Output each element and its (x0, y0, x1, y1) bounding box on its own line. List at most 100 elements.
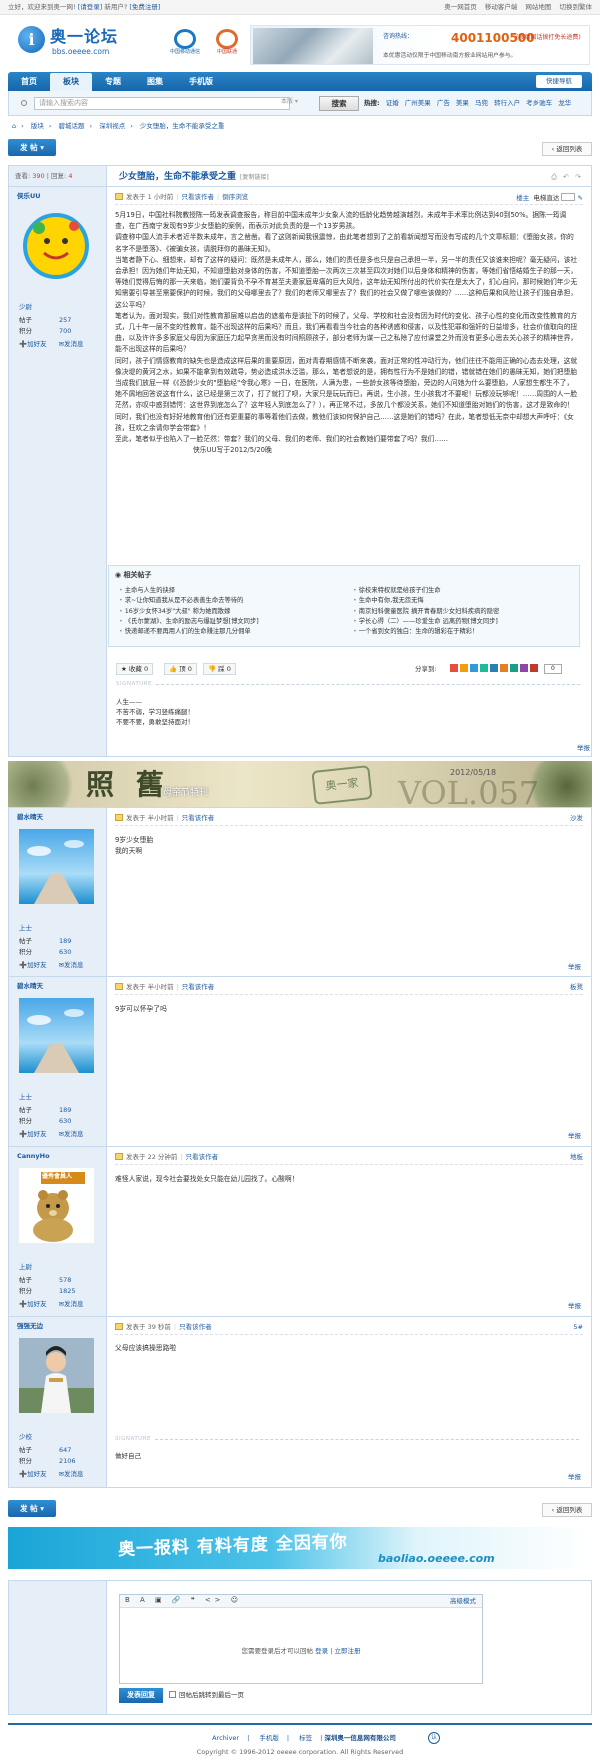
hot-item[interactable]: 证婚 (386, 99, 399, 107)
breadcrumb-item[interactable]: 版块 (31, 122, 44, 130)
share-icon[interactable] (510, 664, 518, 672)
nav-topics[interactable]: 专题 (92, 72, 134, 91)
search-scope-select[interactable]: 本版 ▾ (281, 98, 298, 106)
login-link[interactable]: 登录 (315, 1647, 328, 1655)
only-author-link[interactable]: 只看该作者 (182, 983, 215, 991)
nav-gallery[interactable]: 图集 (134, 72, 176, 91)
floor-number[interactable]: 地板 (570, 1153, 583, 1162)
search-input[interactable]: 请输入搜索内容 (34, 97, 290, 110)
report-link[interactable]: 举报 (568, 1132, 581, 1141)
nav-home[interactable]: 首页 (8, 72, 50, 91)
hot-item[interactable]: 美果 (456, 99, 469, 107)
add-friend-link[interactable]: ➕加好友 (19, 340, 53, 348)
share-icon[interactable] (460, 664, 468, 672)
add-friend-link[interactable]: ➕加好友 (19, 1470, 53, 1478)
logo-icon[interactable]: i (18, 26, 45, 53)
floor-number[interactable]: 5# (573, 1323, 583, 1332)
hot-item[interactable]: 广告 (437, 99, 450, 107)
send-message-link[interactable]: ✉发消息 (59, 961, 90, 969)
report-link[interactable]: 举报 (568, 963, 581, 972)
related-item[interactable]: 《氏尔蒙湖》、生命的励志与爆趾梦想[博文同步] (119, 617, 349, 627)
nav-boards[interactable]: 板块 (50, 73, 92, 91)
avatar[interactable] (19, 829, 94, 904)
related-item[interactable]: 快递邮递不要再用人们的生命赚注那几分佣单 (119, 627, 349, 637)
floor-jump-input[interactable] (561, 193, 576, 201)
related-item[interactable]: 学长心得（二）——珍爱生命 远离药物[博文同步] (353, 617, 583, 627)
send-message-link[interactable]: ✉发消息 (59, 1470, 90, 1478)
traditional-link[interactable]: 切换到繁体 (560, 3, 593, 11)
home-link[interactable]: 奥一网首页 (444, 3, 477, 11)
back-to-list-button[interactable]: ‹ 返回列表 (542, 142, 592, 156)
nav-mobile[interactable]: 手机版 (176, 72, 226, 91)
archiver-link[interactable]: Archiver (212, 1734, 239, 1742)
only-author-link[interactable]: 只看该作者 (182, 814, 215, 822)
copy-link[interactable]: [复制链接] (240, 174, 269, 181)
quick-nav-button[interactable]: 快捷导航 (536, 75, 582, 88)
report-link[interactable]: 举报 (568, 1473, 581, 1482)
hot-item[interactable]: 马兜 (475, 99, 488, 107)
wrench-icon[interactable]: ✎ (578, 194, 583, 202)
author-name[interactable]: CannyHo (17, 1152, 50, 1161)
floor-number[interactable]: 板凳 (570, 983, 583, 992)
tags-link[interactable]: 标签 (299, 1734, 312, 1742)
author-name[interactable]: 强强无边 (17, 1322, 43, 1331)
share-icon[interactable] (530, 664, 538, 672)
logo-text[interactable]: 奥一论坛 (50, 26, 118, 48)
send-message-link[interactable]: ✉发消息 (59, 340, 90, 348)
baoliao-ad-banner[interactable]: 奥一报料 有料有度 全因有你 baoliao.oeeee.com (8, 1527, 592, 1569)
certification-icon[interactable]: 认 (428, 1732, 440, 1744)
add-friend-link[interactable]: ➕加好友 (19, 1130, 53, 1138)
editor-toolbar[interactable]: B A ▣ 🔗 ❝ <> ☺ 高级模式 (120, 1595, 482, 1608)
register-link[interactable]: 立即注册 (334, 1647, 360, 1655)
downvote-button[interactable]: 👎 踩 0 (203, 663, 236, 675)
mobile-client-link[interactable]: 移动客户端 (485, 3, 518, 11)
share-icons[interactable]: 0 (450, 664, 580, 675)
share-icon[interactable] (490, 664, 498, 672)
favorite-button[interactable]: ★ 收藏 0 (116, 663, 154, 675)
author-name[interactable]: 碧水晴天 (17, 813, 43, 822)
home-icon[interactable]: ⌂ (12, 122, 16, 130)
send-message-link[interactable]: ✉发消息 (59, 1300, 90, 1308)
hot-item[interactable]: 广州美果 (405, 99, 431, 107)
author-name[interactable]: 侠乐UU (17, 192, 41, 201)
breadcrumb-item[interactable]: 少女堕胎，生命不能承受之重 (140, 122, 225, 130)
related-item[interactable]: 生命中有你,我无怨无悔 (353, 596, 583, 606)
related-item[interactable]: 主命与人生的抉择 (119, 586, 349, 596)
breadcrumb-item[interactable]: 深圳视点 (99, 122, 125, 130)
share-icon[interactable] (450, 664, 458, 672)
share-icon[interactable] (500, 664, 508, 672)
share-icon[interactable] (470, 664, 478, 672)
add-friend-link[interactable]: ➕加好友 (19, 1300, 53, 1308)
related-item[interactable]: 一个省到女的独白：生命的辑彩在于精彩！ (353, 627, 583, 637)
share-icon[interactable] (520, 664, 528, 672)
reverse-order-link[interactable]: 倒序浏览 (222, 193, 248, 201)
advanced-mode-link[interactable]: 高级模式 (450, 1597, 476, 1606)
avatar[interactable]: 優秀會員人 (19, 1168, 94, 1243)
related-item[interactable]: 求~让你知道我从是不必表善生命去等待的 (119, 596, 349, 606)
hot-item[interactable]: 转行入户 (494, 99, 520, 107)
jump-to-last-checkbox[interactable]: 回帖后跳转到最后一页 (169, 1691, 244, 1700)
floor-number[interactable]: 沙发 (570, 814, 583, 823)
share-icon[interactable] (480, 664, 488, 672)
mothers-day-ad-banner[interactable]: 照 舊 母亲节特刊 奥一家 VOL.057 2012/05/18 (8, 761, 592, 809)
report-link[interactable]: 举报 (568, 1302, 581, 1311)
related-item[interactable]: 南京妇科傻童医院 摘开青春期少女妇科疾病的隐密 (353, 607, 583, 617)
back-to-list-button-bottom[interactable]: ‹ 返回列表 (542, 1503, 592, 1517)
breadcrumb-item[interactable]: 碧城话题 (59, 122, 85, 130)
related-item[interactable]: 徐校来特权就是给孩子们生命 (353, 586, 583, 596)
avatar[interactable] (19, 208, 94, 283)
reply-editor[interactable]: B A ▣ 🔗 ❝ <> ☺ 高级模式 您需要登录后才可以回帖 登录 | 立即注册 (119, 1594, 483, 1684)
new-post-button-bottom[interactable]: 发 帖 ▾ (8, 1500, 56, 1517)
avatar[interactable] (19, 998, 94, 1073)
send-message-link[interactable]: ✉发消息 (59, 1130, 90, 1138)
new-post-button[interactable]: 发 帖 ▾ (8, 139, 56, 156)
only-author-link[interactable]: 只看该作者 (179, 1323, 212, 1331)
company-name[interactable]: 深圳奥一信息网有限公司 (324, 1734, 396, 1742)
upvote-button[interactable]: 👍 顶 0 (164, 663, 197, 675)
thread-tool-icons[interactable]: ⎙ ↶ ↷ (551, 173, 583, 183)
header-ad-banner[interactable]: 咨询热线： 4001100500 (移动固话拨打免长途费) 本优惠活动仅限于中国… (250, 25, 590, 65)
mobile-link[interactable]: 手机版 (259, 1734, 279, 1742)
only-author-link[interactable]: 只看该作者 (181, 193, 214, 201)
submit-reply-button[interactable]: 发表回复 (119, 1688, 163, 1703)
related-item[interactable]: 16岁少女怀34岁"大叔" 称为她而散嫁 (119, 607, 349, 617)
